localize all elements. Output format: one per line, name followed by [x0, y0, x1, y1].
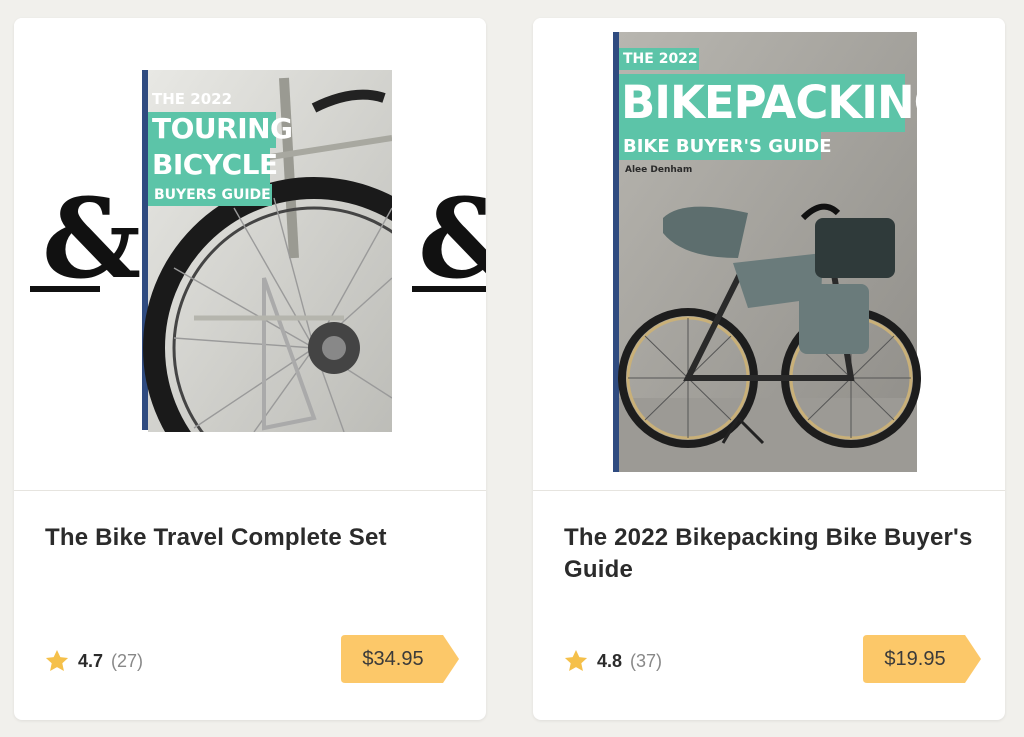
product-rating: 4.7 (27) [44, 648, 143, 674]
product-card-touring-set[interactable]: THE 2022 TOURING BICYCLE BUYERS GUIDE & … [14, 18, 486, 720]
cover-title-line2: BIKE BUYER'S GUIDE [623, 136, 832, 157]
product-image[interactable]: THE 2022 TOURING BICYCLE BUYERS GUIDE & … [14, 18, 486, 490]
price-value: $34.95 [362, 648, 424, 670]
rating-score: 4.7 [78, 650, 104, 671]
price-tag[interactable]: $19.95 [863, 635, 981, 683]
ampersand-underline-right [412, 286, 486, 292]
cover-title-line2: BICYCLE [152, 148, 278, 181]
ampersand-right: & [418, 184, 486, 294]
rating-count: (27) [111, 650, 144, 671]
product-card-bikepacking-guide[interactable]: THE 2022 BIKEPACKING BIKE BUYER'S GUIDE … [533, 18, 1005, 720]
cover-year: THE 2022 [623, 51, 698, 67]
price-value: $19.95 [884, 648, 946, 670]
cover-author: Alee Denham [625, 165, 693, 175]
cover-title-line1: BIKEPACKING [621, 76, 951, 129]
rating-count: (37) [630, 650, 663, 671]
rating-score: 4.8 [597, 650, 623, 671]
ampersand-left: & [42, 174, 142, 303]
cover-year: THE 2022 [152, 90, 233, 108]
price-tag[interactable]: $34.95 [341, 635, 459, 683]
card-divider [14, 490, 486, 491]
product-title[interactable]: The Bike Travel Complete Set [45, 522, 456, 554]
star-icon [45, 649, 69, 671]
card-divider [533, 490, 1005, 491]
product-rating: 4.8 (37) [563, 648, 662, 674]
star-icon [564, 649, 588, 671]
product-title[interactable]: The 2022 Bikepacking Bike Buyer's Guide [564, 522, 975, 586]
cover-title-line3: BUYERS GUIDE [154, 187, 271, 203]
ampersand-underline-left [30, 286, 100, 292]
cover-title-line1: TOURING [152, 112, 293, 145]
product-image[interactable]: THE 2022 BIKEPACKING BIKE BUYER'S GUIDE … [533, 18, 1005, 490]
